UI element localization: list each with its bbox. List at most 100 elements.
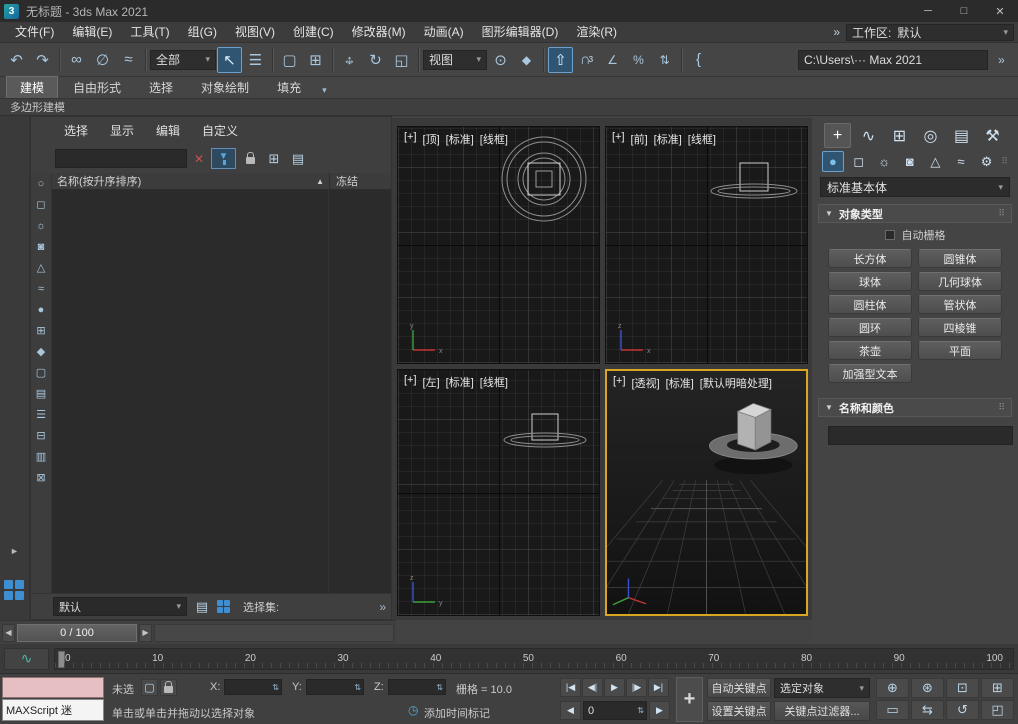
snap-toggle-button[interactable]: ⇧ — [548, 46, 573, 73]
next-key-button[interactable]: |▶ — [626, 678, 647, 697]
menu-graph-editors[interactable]: 图形编辑器(D) — [473, 22, 568, 43]
explorer-filter-icon[interactable]: ⊠ — [33, 470, 49, 485]
name-column-header[interactable]: 名称(按升序排序) ▲ — [52, 173, 329, 189]
lights-category-button[interactable]: ☼ — [873, 151, 895, 172]
toolbar-overflow-icon[interactable]: » — [989, 47, 1014, 73]
button-torus[interactable]: 圆环 — [828, 318, 912, 337]
filter-funnel-button[interactable]: ▼ — [211, 148, 236, 169]
angle-snap-toggle[interactable]: ∠ — [600, 47, 625, 73]
time-back-button[interactable]: ◀ — [2, 623, 15, 642]
frozen-column-header[interactable]: 冻结 — [329, 173, 391, 189]
zoom-extents-all-icon[interactable]: ⊞ — [981, 678, 1014, 698]
x-coordinate-field[interactable]: ⇅ — [224, 679, 282, 695]
viewport-shading-button[interactable]: [默认明暗处理] — [700, 375, 772, 391]
bind-to-spacewarp-button[interactable]: ≈ — [116, 47, 141, 73]
button-pyramid[interactable]: 四棱锥 — [918, 318, 1002, 337]
viewport-shading-button[interactable]: [线框] — [480, 131, 508, 147]
time-forward-button[interactable]: ▶ — [139, 623, 152, 642]
maximize-button[interactable]: □ — [946, 0, 982, 22]
tab-modeling[interactable]: 建模 — [6, 76, 59, 98]
systems-category-button[interactable]: ⚙ — [976, 151, 998, 172]
display-panel-tab[interactable]: ▤ — [948, 123, 975, 148]
time-slider-thumb[interactable]: 0 / 100 — [17, 623, 137, 642]
dock-expand-button[interactable]: ► — [10, 546, 19, 556]
spinner-icon[interactable]: ⇅ — [637, 706, 646, 715]
zoom-region-icon[interactable]: ▭ — [876, 700, 909, 720]
viewport-shading-button[interactable]: [线框] — [480, 374, 508, 390]
object-name-input[interactable] — [828, 426, 1013, 445]
spacewarps-category-button[interactable]: ≈ — [950, 151, 972, 172]
project-folder-field[interactable]: C:\Users\··· Max 2021 — [798, 49, 988, 70]
spinner-icon[interactable]: ⇅ — [354, 683, 363, 692]
viewport-menu-button[interactable]: [+] — [613, 375, 626, 391]
selection-filter-dropdown[interactable]: 全部 ▾ — [150, 49, 216, 70]
cameras-category-button[interactable]: ◙ — [899, 151, 921, 172]
ribbon-panel-label[interactable]: 多边形建模 — [10, 99, 65, 115]
close-button[interactable]: ✕ — [982, 0, 1018, 22]
reference-coordinate-system-dropdown[interactable]: 视图 ▾ — [423, 49, 487, 70]
scene-explorer-toggle-icon[interactable] — [4, 580, 24, 600]
button-box[interactable]: 长方体 — [828, 249, 912, 268]
viewport-top[interactable]: [+] [顶] [标准] [线框] x y — [397, 126, 600, 365]
maxscript-mini-listener[interactable]: MAXScript 迷 — [2, 699, 104, 721]
menu-animation[interactable]: 动画(A) — [415, 22, 473, 43]
object-type-rollout[interactable]: ▼ 对象类型 ⠿ — [818, 204, 1012, 223]
zoom-extents-icon[interactable]: ⊡ — [946, 678, 979, 698]
viewport-pov-button[interactable]: [标准] — [666, 375, 694, 391]
menu-modifiers[interactable]: 修改器(M) — [343, 22, 415, 43]
hierarchy-panel-tab[interactable]: ⊞ — [886, 123, 913, 148]
redo-button[interactable]: ↷ — [30, 47, 55, 73]
collapse-all-icon[interactable]: ▤ — [288, 149, 308, 168]
select-by-name-button[interactable]: ☰ — [243, 47, 268, 73]
tab-object-paint[interactable]: 对象绘制 — [188, 77, 262, 98]
scene-explorer-grid-icon[interactable] — [217, 600, 230, 613]
viewport-menu-button[interactable]: [+] — [404, 131, 417, 147]
viewport-front[interactable]: [+] [前] [标准] [线框] x z — [605, 126, 808, 365]
menu-rendering[interactable]: 渲染(R) — [567, 22, 626, 43]
menu-edit[interactable]: 编辑(E) — [63, 22, 121, 43]
y-input[interactable] — [307, 681, 355, 693]
explorer-filter-icon[interactable]: ◆ — [33, 344, 49, 359]
viewport-perspective[interactable]: [+] [透视] [标准] [默认明暗处理] — [605, 369, 808, 616]
menu-views[interactable]: 视图(V) — [226, 22, 284, 43]
undo-button[interactable]: ↶ — [4, 47, 29, 73]
create-panel-tab[interactable]: + — [824, 123, 851, 148]
button-sphere[interactable]: 球体 — [828, 272, 912, 291]
button-cone[interactable]: 圆锥体 — [918, 249, 1002, 268]
viewport-view-button[interactable]: [顶] — [423, 131, 440, 147]
use-center-button[interactable]: ⊙ — [488, 47, 513, 73]
explorer-filter-icon[interactable]: ○ — [33, 176, 49, 191]
button-cylinder[interactable]: 圆柱体 — [828, 295, 912, 314]
maximize-viewport-icon[interactable]: ◰ — [981, 700, 1014, 720]
key-filters-button[interactable]: 关键点过滤器... — [774, 701, 870, 721]
geometry-category-button[interactable]: ● — [822, 151, 844, 172]
primitive-category-dropdown[interactable]: 标准基本体 ▾ — [820, 177, 1010, 197]
ribbon-options-dropdown-icon[interactable]: ▾ — [316, 83, 333, 98]
next-frame-button[interactable]: ▶ — [649, 701, 670, 720]
select-and-scale-button[interactable]: ◱ — [389, 47, 414, 73]
named-selection-sets-button[interactable]: { — [686, 47, 711, 73]
isolate-selection-icon[interactable]: ▢ — [141, 679, 158, 696]
menu-file[interactable]: 文件(F) — [6, 22, 63, 43]
auto-key-button[interactable]: 自动关键点 — [707, 678, 771, 698]
timeline-cursor[interactable] — [58, 650, 65, 668]
select-and-rotate-button[interactable]: ↻ — [363, 47, 388, 73]
layer-stack-icon[interactable]: ▤ — [192, 597, 212, 616]
menubar-overflow-icon[interactable]: » — [833, 25, 840, 39]
clock-icon[interactable]: ◷ — [408, 703, 418, 717]
button-plane[interactable]: 平面 — [918, 341, 1002, 360]
viewport-pov-button[interactable]: [标准] — [446, 131, 474, 147]
viewport-view-button[interactable]: [前] — [631, 131, 648, 147]
viewport-menu-button[interactable]: [+] — [404, 374, 417, 390]
minimize-button[interactable]: ─ — [910, 0, 946, 22]
viewport-view-button[interactable]: [左] — [423, 374, 440, 390]
explorer-list-body[interactable] — [52, 190, 391, 593]
button-textplus[interactable]: 加强型文本 — [828, 364, 912, 383]
z-coordinate-field[interactable]: ⇅ — [388, 679, 446, 695]
select-and-move-button[interactable]: ↔ ↕ — [337, 47, 362, 73]
explorer-filter-icon[interactable]: △ — [33, 260, 49, 275]
set-key-big-button[interactable]: + — [676, 677, 703, 722]
explorer-filter-icon[interactable]: ◻ — [33, 197, 49, 212]
name-color-rollout[interactable]: ▼ 名称和颜色 ⠿ — [818, 398, 1012, 417]
window-crossing-toggle[interactable]: ⊞ — [303, 47, 328, 73]
